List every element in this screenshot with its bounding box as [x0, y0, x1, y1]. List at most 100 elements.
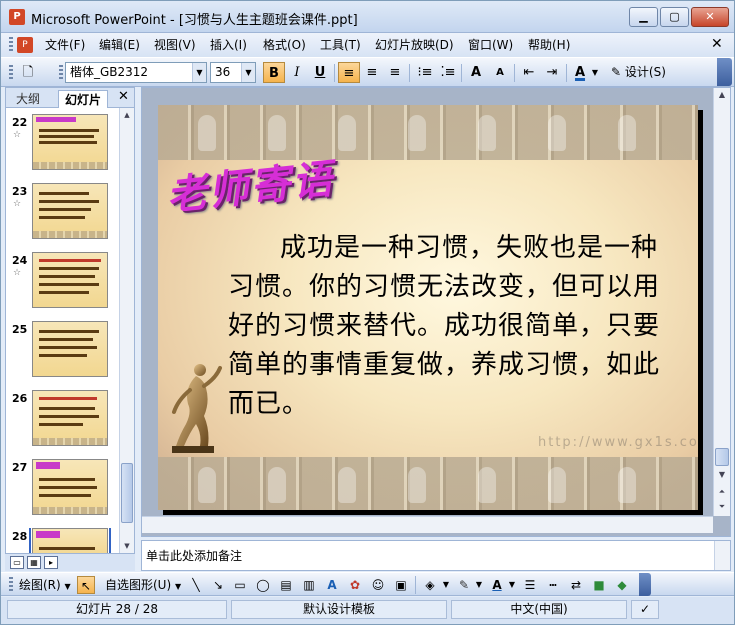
line-style-icon[interactable]: ☰ — [521, 576, 539, 594]
align-right-icon[interactable]: ≡ — [384, 62, 406, 83]
scroll-thumb[interactable] — [121, 463, 133, 523]
increase-indent-icon[interactable]: ⇥ — [541, 62, 563, 83]
rectangle-icon[interactable]: ▭ — [231, 576, 249, 594]
diagram-icon[interactable]: ✿ — [346, 576, 364, 594]
decorative-figure-icon — [338, 467, 356, 503]
close-icon[interactable]: ✕ — [118, 89, 129, 104]
toolbar-separator — [514, 64, 515, 82]
font-size-combo[interactable]: 36 ▼ — [210, 62, 256, 83]
minimize-button[interactable]: ▁ — [629, 7, 658, 27]
slide-thumbnail-28[interactable]: 28 — [6, 528, 118, 554]
bullet-list-icon[interactable]: ⁚≡ — [437, 62, 459, 83]
align-center-icon[interactable]: ≡ — [361, 62, 383, 83]
current-slide[interactable]: 老师寄语 成功是一种习惯，失败也是一种习惯。你的习惯无法改变，但可以用好的习惯来… — [158, 105, 698, 510]
toolbar-grip-icon[interactable] — [59, 65, 63, 81]
notes-pane[interactable]: 单击此处添加备注 — [141, 540, 731, 571]
tab-slides[interactable]: 幻灯片 — [58, 90, 109, 108]
underline-button[interactable]: U — [309, 62, 331, 83]
numbered-list-icon[interactable]: ⁝≡ — [414, 62, 436, 83]
wordart-icon[interactable]: A — [323, 576, 341, 594]
oval-icon[interactable]: ◯ — [254, 576, 272, 594]
text-box-icon[interactable]: ▤ — [277, 576, 295, 594]
arrow-style-icon[interactable]: ⇄ — [567, 576, 585, 594]
autoshapes-button[interactable]: 自选图形(U) ▼ — [105, 577, 181, 595]
toolbar-grip-icon[interactable] — [9, 37, 13, 53]
shadow-style-icon[interactable]: ■ — [590, 576, 608, 594]
shrink-font-button[interactable]: A — [489, 62, 511, 83]
chevron-down-icon[interactable]: ▼ — [589, 62, 601, 83]
italic-button[interactable]: I — [286, 62, 308, 83]
document-icon[interactable]: P — [17, 37, 33, 53]
dash-style-icon[interactable]: ┅ — [544, 576, 562, 594]
slide-area-horizontal-scrollbar[interactable] — [142, 516, 713, 533]
select-pointer-icon[interactable]: ↖ — [77, 576, 95, 594]
spelling-check-icon[interactable]: ✓ — [631, 600, 659, 619]
slide-thumbnail-27[interactable]: 27 — [6, 459, 118, 521]
menu-help[interactable]: 帮助(H) — [528, 37, 570, 53]
menu-view[interactable]: 视图(V) — [154, 37, 196, 53]
scroll-up-icon[interactable]: ▲ — [121, 108, 133, 122]
menu-tools[interactable]: 工具(T) — [320, 37, 361, 53]
toolbar-options-icon[interactable] — [639, 573, 651, 596]
menu-window[interactable]: 窗口(W) — [468, 37, 513, 53]
scroll-thumb[interactable] — [715, 448, 729, 466]
slide-area-scrollbar[interactable]: ▲ ▼ ⏶ ⏷ — [713, 88, 730, 516]
new-document-icon[interactable]: 🗋 — [17, 62, 39, 83]
notes-scrollbar[interactable] — [714, 541, 730, 570]
toolbar-grip-icon[interactable] — [9, 577, 13, 593]
previous-slide-icon[interactable]: ⏶ — [715, 485, 729, 499]
fill-color-icon[interactable]: ◈ — [421, 576, 439, 594]
slideshow-icon[interactable]: ▸ — [44, 556, 58, 569]
menu-edit[interactable]: 编辑(E) — [99, 37, 140, 53]
maximize-button[interactable]: ▢ — [660, 7, 689, 27]
chevron-down-icon[interactable]: ▼ — [507, 576, 517, 594]
draw-menu-button[interactable]: 绘图(R) ▼ — [19, 577, 71, 595]
slide-number: 24 — [12, 254, 28, 267]
menu-format[interactable]: 格式(O) — [263, 37, 306, 53]
scroll-down-icon[interactable]: ▼ — [715, 468, 729, 482]
slide-thumbnail-25[interactable]: 25 — [6, 321, 118, 383]
slides-pane-scrollbar[interactable]: ▲ ▼ — [119, 108, 134, 554]
font-name-combo[interactable]: 楷体_GB2312 ▼ — [65, 62, 207, 83]
line-icon[interactable]: ╲ — [187, 576, 205, 594]
arrow-icon[interactable]: ↘ — [209, 576, 227, 594]
document-close-icon[interactable]: ✕ — [711, 36, 723, 52]
scroll-down-icon[interactable]: ▼ — [121, 539, 133, 553]
powerpoint-icon[interactable]: P — [9, 9, 25, 25]
line-color-icon[interactable]: ✎ — [455, 576, 473, 594]
slide-thumbnail-22[interactable]: 22 ☆ — [6, 114, 118, 176]
close-button[interactable]: ✕ — [691, 7, 729, 27]
clip-art-icon[interactable]: ☺ — [369, 576, 387, 594]
vertical-text-box-icon[interactable]: ▥ — [300, 576, 318, 594]
menu-slideshow[interactable]: 幻灯片放映(D) — [375, 37, 454, 53]
design-button[interactable]: ✎ 设计(S) — [611, 62, 666, 83]
align-left-icon[interactable]: ≡ — [338, 62, 360, 83]
slide-thumbnail-23[interactable]: 23 ☆ — [6, 183, 118, 245]
notes-placeholder[interactable]: 单击此处添加备注 — [146, 547, 242, 564]
slide-thumbnail-26[interactable]: 26 — [6, 390, 118, 452]
bold-button[interactable]: B — [263, 62, 285, 83]
normal-view-icon[interactable]: ▭ — [10, 556, 24, 569]
chevron-down-icon[interactable]: ▼ — [192, 63, 206, 82]
font-color-icon[interactable]: A — [488, 576, 506, 594]
next-slide-icon[interactable]: ⏷ — [715, 500, 729, 514]
toolbar-grip-icon[interactable] — [9, 65, 13, 81]
chevron-down-icon[interactable]: ▼ — [474, 576, 484, 594]
thumbnail-border-band — [33, 231, 107, 238]
toolbar-options-icon[interactable] — [717, 58, 732, 86]
title-bar[interactable]: P Microsoft PowerPoint - [习惯与人生主题班会课件.pp… — [1, 1, 734, 33]
chevron-down-icon[interactable]: ▼ — [241, 63, 255, 82]
chevron-down-icon[interactable]: ▼ — [441, 576, 451, 594]
menu-insert[interactable]: 插入(I) — [210, 37, 247, 53]
decrease-indent-icon[interactable]: ⇤ — [518, 62, 540, 83]
slide-sorter-icon[interactable]: ▦ — [27, 556, 41, 569]
scroll-up-icon[interactable]: ▲ — [715, 88, 729, 102]
grow-font-button[interactable]: A — [465, 62, 487, 83]
slide-body-text[interactable]: 成功是一种习惯，失败也是一种习惯。你的习惯无法改变，但可以用好的习惯来替代。成功… — [228, 229, 678, 424]
3d-style-icon[interactable]: ◆ — [613, 576, 631, 594]
font-color-button[interactable]: A — [569, 62, 591, 83]
menu-file[interactable]: 文件(F) — [45, 37, 85, 53]
insert-picture-icon[interactable]: ▣ — [392, 576, 410, 594]
tab-outline[interactable]: 大纲 — [10, 90, 46, 108]
slide-thumbnail-24[interactable]: 24 ☆ — [6, 252, 118, 314]
